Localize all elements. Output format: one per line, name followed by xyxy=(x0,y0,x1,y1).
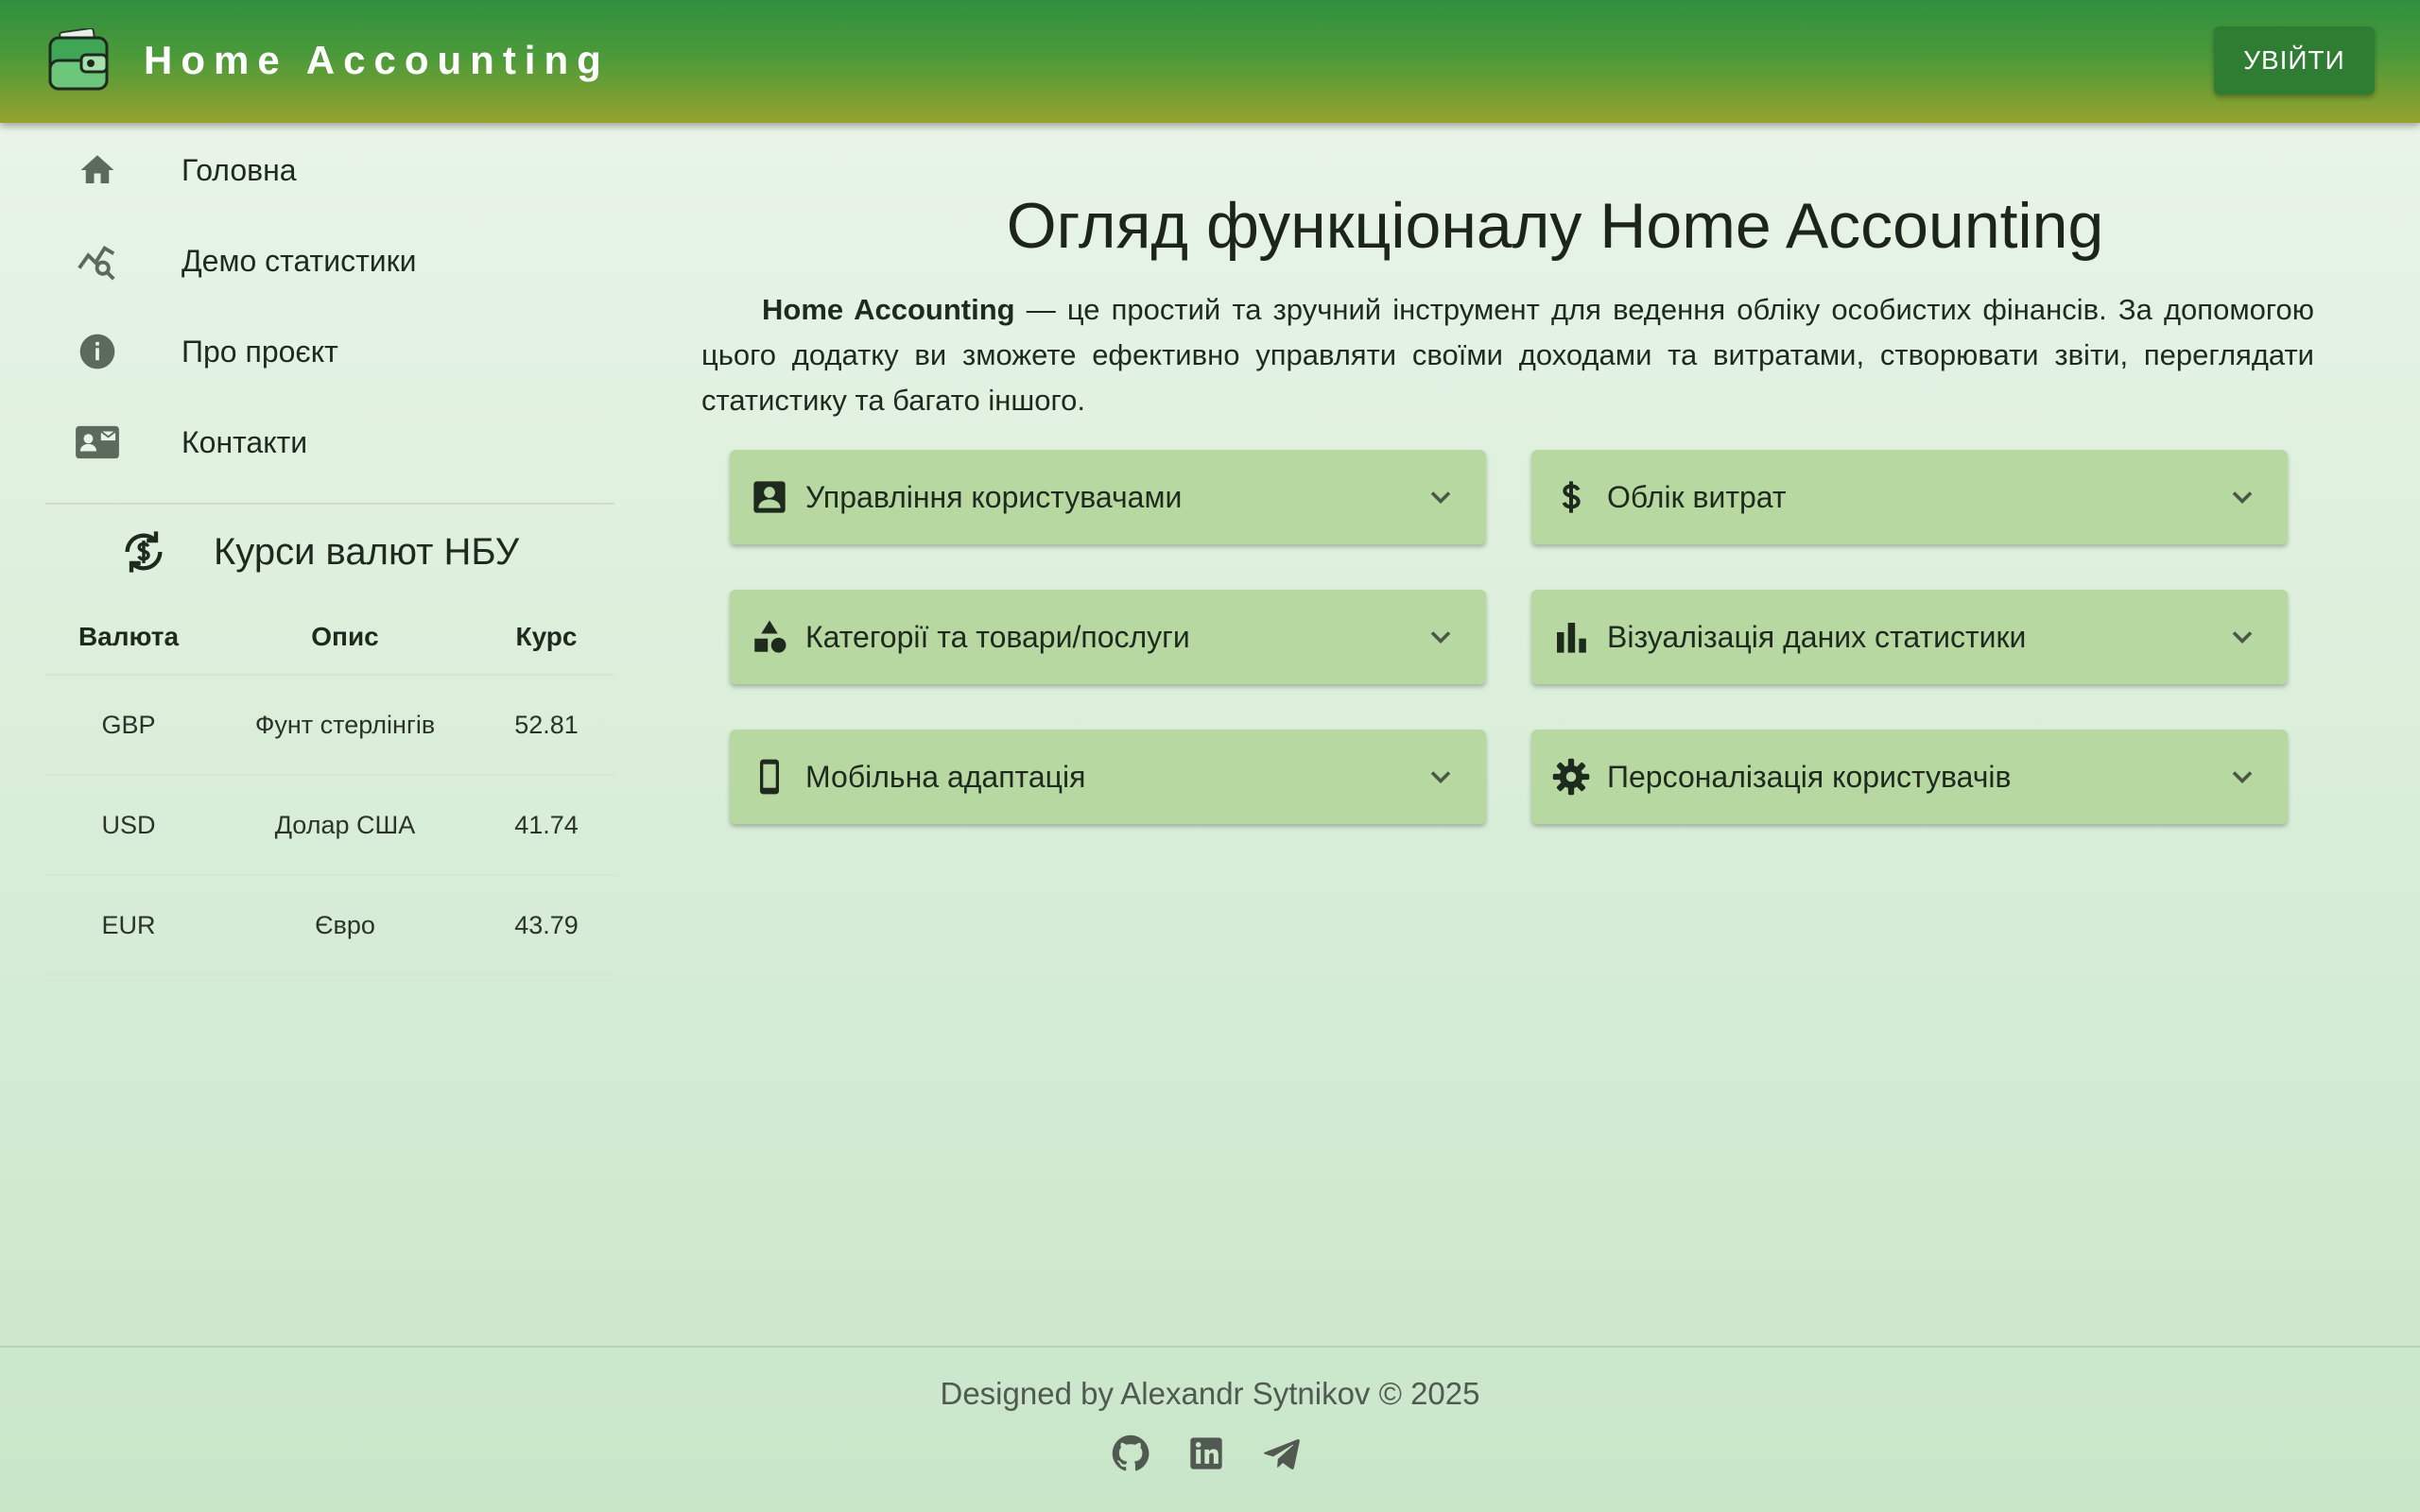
page-title: Огляд функціоналу Home Accounting xyxy=(1006,190,2104,262)
sidebar-item-label: Демо статистики xyxy=(182,243,417,278)
sidebar-item-contacts[interactable]: Контакти xyxy=(45,397,614,488)
info-icon xyxy=(74,328,121,375)
currency-rate: 43.79 xyxy=(478,875,614,976)
table-row: EUR Євро 43.79 xyxy=(45,875,614,976)
footer: Designed by Alexandr Sytnikov © 2025 xyxy=(0,1346,2420,1512)
linkedin-icon[interactable] xyxy=(1185,1433,1227,1474)
chevron-down-icon xyxy=(1430,631,1451,644)
intro-bold: Home Accounting xyxy=(762,293,1015,326)
telegram-icon[interactable] xyxy=(1261,1433,1303,1474)
feature-accordion-mobile[interactable]: Мобільна адаптація xyxy=(730,730,1486,824)
feature-accordion-expenses[interactable]: Облік витрат xyxy=(1531,450,2288,544)
wallet-logo-icon[interactable] xyxy=(47,26,110,93)
chevron-down-icon xyxy=(2232,631,2253,644)
settings-gear-icon xyxy=(1550,756,1592,798)
currency-description: Долар США xyxy=(212,775,478,876)
column-header-currency: Валюта xyxy=(45,599,212,676)
feature-accordion-categories[interactable]: Категорії та товари/послуги xyxy=(730,590,1486,684)
dollar-icon xyxy=(1550,476,1592,518)
rates-title: Курси валют НБУ xyxy=(214,531,520,573)
column-header-description: Опис xyxy=(212,599,478,676)
feature-accordion-users[interactable]: Управління користувачами xyxy=(730,450,1486,544)
footer-credit: Designed by Alexandr Sytnikov © 2025 xyxy=(940,1376,1480,1411)
app-title[interactable]: Home Accounting xyxy=(144,38,610,83)
intro-paragraph: Home Accounting — це простий та зручний … xyxy=(701,287,2314,423)
rates-header: Курси валют НБУ xyxy=(45,505,614,599)
feature-label: Облік витрат xyxy=(1607,479,1787,514)
feature-accordion-visualization[interactable]: Візуалізація даних статистики xyxy=(1531,590,2288,684)
table-row: GBP Фунт стерлінгів 52.81 xyxy=(45,675,614,776)
feature-label: Управління користувачами xyxy=(805,479,1183,514)
currency-description: Фунт стерлінгів xyxy=(212,675,478,776)
home-icon xyxy=(74,146,121,194)
table-row: USD Долар США 41.74 xyxy=(45,775,614,876)
social-links xyxy=(1110,1433,1303,1474)
app-bar: Home Accounting УВІЙТИ xyxy=(0,0,2420,123)
chevron-down-icon xyxy=(1430,491,1451,505)
currency-code: USD xyxy=(45,775,212,876)
currency-description: Євро xyxy=(212,875,478,976)
sidebar: Головна Демо статистики Про проєкт Конта… xyxy=(45,123,614,976)
chevron-down-icon xyxy=(2232,491,2253,505)
sidebar-item-label: Контакти xyxy=(182,424,308,459)
feature-label: Персоналізація користувачів xyxy=(1607,759,2012,794)
main-content: Огляд функціоналу Home Accounting Home A… xyxy=(701,189,2314,824)
login-button[interactable]: УВІЙТИ xyxy=(2214,26,2375,94)
sidebar-item-about[interactable]: Про проєкт xyxy=(45,306,614,397)
currency-exchange-icon xyxy=(119,527,168,576)
chevron-down-icon xyxy=(2232,771,2253,784)
currency-rate: 41.74 xyxy=(478,775,614,876)
feature-label: Мобільна адаптація xyxy=(805,759,1086,794)
table-header-row: Валюта Опис Курс xyxy=(45,599,614,676)
currency-code: GBP xyxy=(45,675,212,776)
feature-label: Візуалізація даних статистики xyxy=(1607,619,2027,654)
rates-table: Валюта Опис Курс GBP Фунт стерлінгів 52.… xyxy=(45,599,614,976)
chevron-down-icon xyxy=(1430,771,1451,784)
smartphone-icon xyxy=(749,756,790,798)
github-icon[interactable] xyxy=(1110,1433,1151,1474)
bar-chart-icon xyxy=(1550,616,1592,658)
chart-search-icon xyxy=(74,237,121,284)
sidebar-item-label: Головна xyxy=(182,152,297,187)
column-header-rate: Курс xyxy=(478,599,614,676)
account-box-icon xyxy=(749,476,790,518)
sidebar-item-demo-stats[interactable]: Демо статистики xyxy=(45,215,614,306)
currency-rate: 52.81 xyxy=(478,675,614,776)
category-shapes-icon xyxy=(749,616,790,658)
sidebar-item-home[interactable]: Головна xyxy=(45,125,614,215)
feature-accordion-personalization[interactable]: Персоналізація користувачів xyxy=(1531,730,2288,824)
currency-code: EUR xyxy=(45,875,212,976)
sidebar-item-label: Про проєкт xyxy=(182,334,338,369)
contact-card-icon xyxy=(74,419,121,466)
feature-label: Категорії та товари/послуги xyxy=(805,619,1190,654)
